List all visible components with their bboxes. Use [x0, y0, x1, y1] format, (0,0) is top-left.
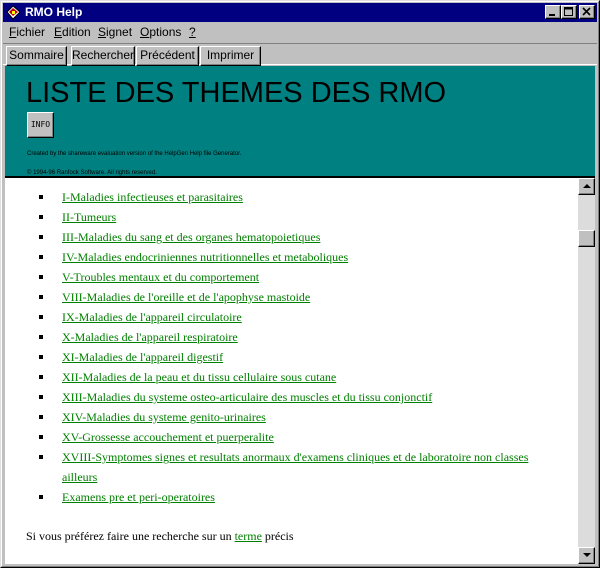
- bullet-icon: [39, 495, 43, 499]
- list-item: V-Troubles mentaux et du comportement: [5, 267, 578, 287]
- menu-edition[interactable]: Edition: [54, 25, 91, 40]
- menu-options-label: ptions: [149, 25, 182, 39]
- topic-link[interactable]: I-Maladies infectieuses et parasitaires: [62, 190, 243, 204]
- menu-help[interactable]: ?: [189, 25, 196, 40]
- menu-edition-accel: E: [54, 25, 63, 39]
- menu-signet[interactable]: Signet: [98, 25, 132, 40]
- search-text-before: Si vous préférez faire une recherche sur…: [26, 529, 235, 543]
- list-item: VIII-Maladies de l'oreille et de l'apoph…: [5, 287, 578, 307]
- scroll-up-button[interactable]: [578, 178, 595, 195]
- imprimer-button[interactable]: Imprimer: [200, 46, 261, 66]
- topic-link[interactable]: II-Tumeurs: [62, 210, 116, 224]
- minimize-icon: [549, 14, 555, 16]
- sommaire-button[interactable]: Sommaire: [6, 46, 67, 66]
- bullet-icon: [39, 335, 43, 339]
- topic-link[interactable]: XIII-Maladies du systeme osteo-articulai…: [62, 390, 432, 404]
- bullet-icon: [39, 415, 43, 419]
- topic-link[interactable]: Examens pre et peri-operatoires: [62, 490, 215, 504]
- topic-banner: LISTE DES THEMES DES RMO INFO Created by…: [5, 66, 595, 178]
- menu-fichier[interactable]: Fichier: [9, 25, 45, 40]
- bullet-icon: [39, 255, 43, 259]
- close-button[interactable]: [579, 5, 595, 19]
- arrow-down-icon: [583, 553, 591, 557]
- bullet-icon: [39, 455, 43, 459]
- topic-list: I-Maladies infectieuses et parasitaires …: [5, 187, 578, 507]
- precedent-button[interactable]: Précédent: [136, 46, 199, 66]
- window-title: RMO Help: [25, 5, 83, 19]
- menu-signet-accel: S: [98, 25, 107, 39]
- title-bar[interactable]: RMO Help: [3, 3, 597, 22]
- bullet-icon: [39, 215, 43, 219]
- list-item: IV-Maladies endocriniennes nutritionnell…: [5, 247, 578, 267]
- list-item: XII-Maladies de la peau et du tissu cell…: [5, 367, 578, 387]
- list-item: XIII-Maladies du systeme osteo-articulai…: [5, 387, 578, 407]
- menu-options-accel: O: [140, 25, 150, 39]
- topic-link[interactable]: XII-Maladies de la peau et du tissu cell…: [62, 370, 336, 384]
- bullet-icon: [39, 315, 43, 319]
- scroll-down-button[interactable]: [578, 547, 595, 564]
- list-item: XVIII-Symptomes signes et resultats anor…: [5, 447, 578, 487]
- list-item: Examens pre et peri-operatoires: [5, 487, 578, 507]
- help-book-icon[interactable]: [6, 5, 21, 20]
- bullet-icon: [39, 355, 43, 359]
- arrow-up-icon: [583, 184, 591, 188]
- topic-link[interactable]: X-Maladies de l'appareil respiratoire: [62, 330, 238, 344]
- topic-link[interactable]: V-Troubles mentaux et du comportement: [62, 270, 259, 284]
- topic-link[interactable]: XVIII-Symptomes signes et resultats anor…: [62, 450, 528, 484]
- bullet-icon: [39, 295, 43, 299]
- topic-link[interactable]: IV-Maladies endocriniennes nutritionnell…: [62, 250, 348, 264]
- list-item: XV-Grossesse accouchement et puerperalit…: [5, 427, 578, 447]
- maximize-icon: [564, 7, 573, 16]
- bullet-icon: [39, 395, 43, 399]
- help-window: RMO Help Fichier Edition Signet Options …: [0, 0, 600, 568]
- bullet-icon: [39, 235, 43, 239]
- copyright-note: © 1994-96 Ranfock Software. All rights r…: [27, 170, 157, 176]
- menu-signet-label: ignet: [106, 25, 133, 39]
- search-sentence: Si vous préférez faire une recherche sur…: [26, 528, 294, 544]
- rechercher-button[interactable]: Rechercher: [71, 46, 135, 66]
- menu-fichier-label: ichier: [16, 25, 46, 39]
- topic-link[interactable]: III-Maladies du sang et des organes hema…: [62, 230, 320, 244]
- vertical-scrollbar[interactable]: [578, 178, 595, 564]
- topic-link[interactable]: XV-Grossesse accouchement et puerperalit…: [62, 430, 274, 444]
- list-item: IX-Maladies de l'appareil circulatoire: [5, 307, 578, 327]
- list-item: XIV-Maladies du systeme genito-urinaires: [5, 407, 578, 427]
- list-item: X-Maladies de l'appareil respiratoire: [5, 327, 578, 347]
- topic-link[interactable]: VIII-Maladies de l'oreille et de l'apoph…: [62, 290, 310, 304]
- list-item: III-Maladies du sang et des organes hema…: [5, 227, 578, 247]
- list-item: II-Tumeurs: [5, 207, 578, 227]
- bullet-icon: [39, 275, 43, 279]
- topic-link[interactable]: XIV-Maladies du systeme genito-urinaires: [62, 410, 266, 424]
- generator-note: Created by the shareware evaluation vers…: [27, 151, 242, 157]
- info-button[interactable]: INFO: [27, 112, 54, 138]
- bullet-icon: [39, 375, 43, 379]
- topic-link[interactable]: IX-Maladies de l'appareil circulatoire: [62, 310, 242, 324]
- button-bar: Sommaire Rechercher Précédent Imprimer: [3, 43, 597, 66]
- bullet-icon: [39, 435, 43, 439]
- topic-content: I-Maladies infectieuses et parasitaires …: [5, 178, 578, 564]
- menu-edition-label: dition: [62, 25, 91, 39]
- list-item: XI-Maladies de l'appareil digestif: [5, 347, 578, 367]
- minimize-button[interactable]: [545, 5, 561, 19]
- search-text-after: précis: [261, 529, 294, 543]
- scroll-thumb[interactable]: [578, 230, 595, 247]
- menu-options[interactable]: Options: [140, 25, 181, 40]
- terme-link[interactable]: terme: [235, 529, 262, 543]
- close-icon: [582, 7, 591, 16]
- menu-help-accel: ?: [189, 25, 196, 39]
- page-title: LISTE DES THEMES DES RMO: [26, 77, 447, 109]
- list-item: I-Maladies infectieuses et parasitaires: [5, 187, 578, 207]
- menu-bar: Fichier Edition Signet Options ?: [3, 23, 597, 42]
- topic-link[interactable]: XI-Maladies de l'appareil digestif: [62, 350, 223, 364]
- bullet-icon: [39, 195, 43, 199]
- maximize-button[interactable]: [561, 5, 577, 19]
